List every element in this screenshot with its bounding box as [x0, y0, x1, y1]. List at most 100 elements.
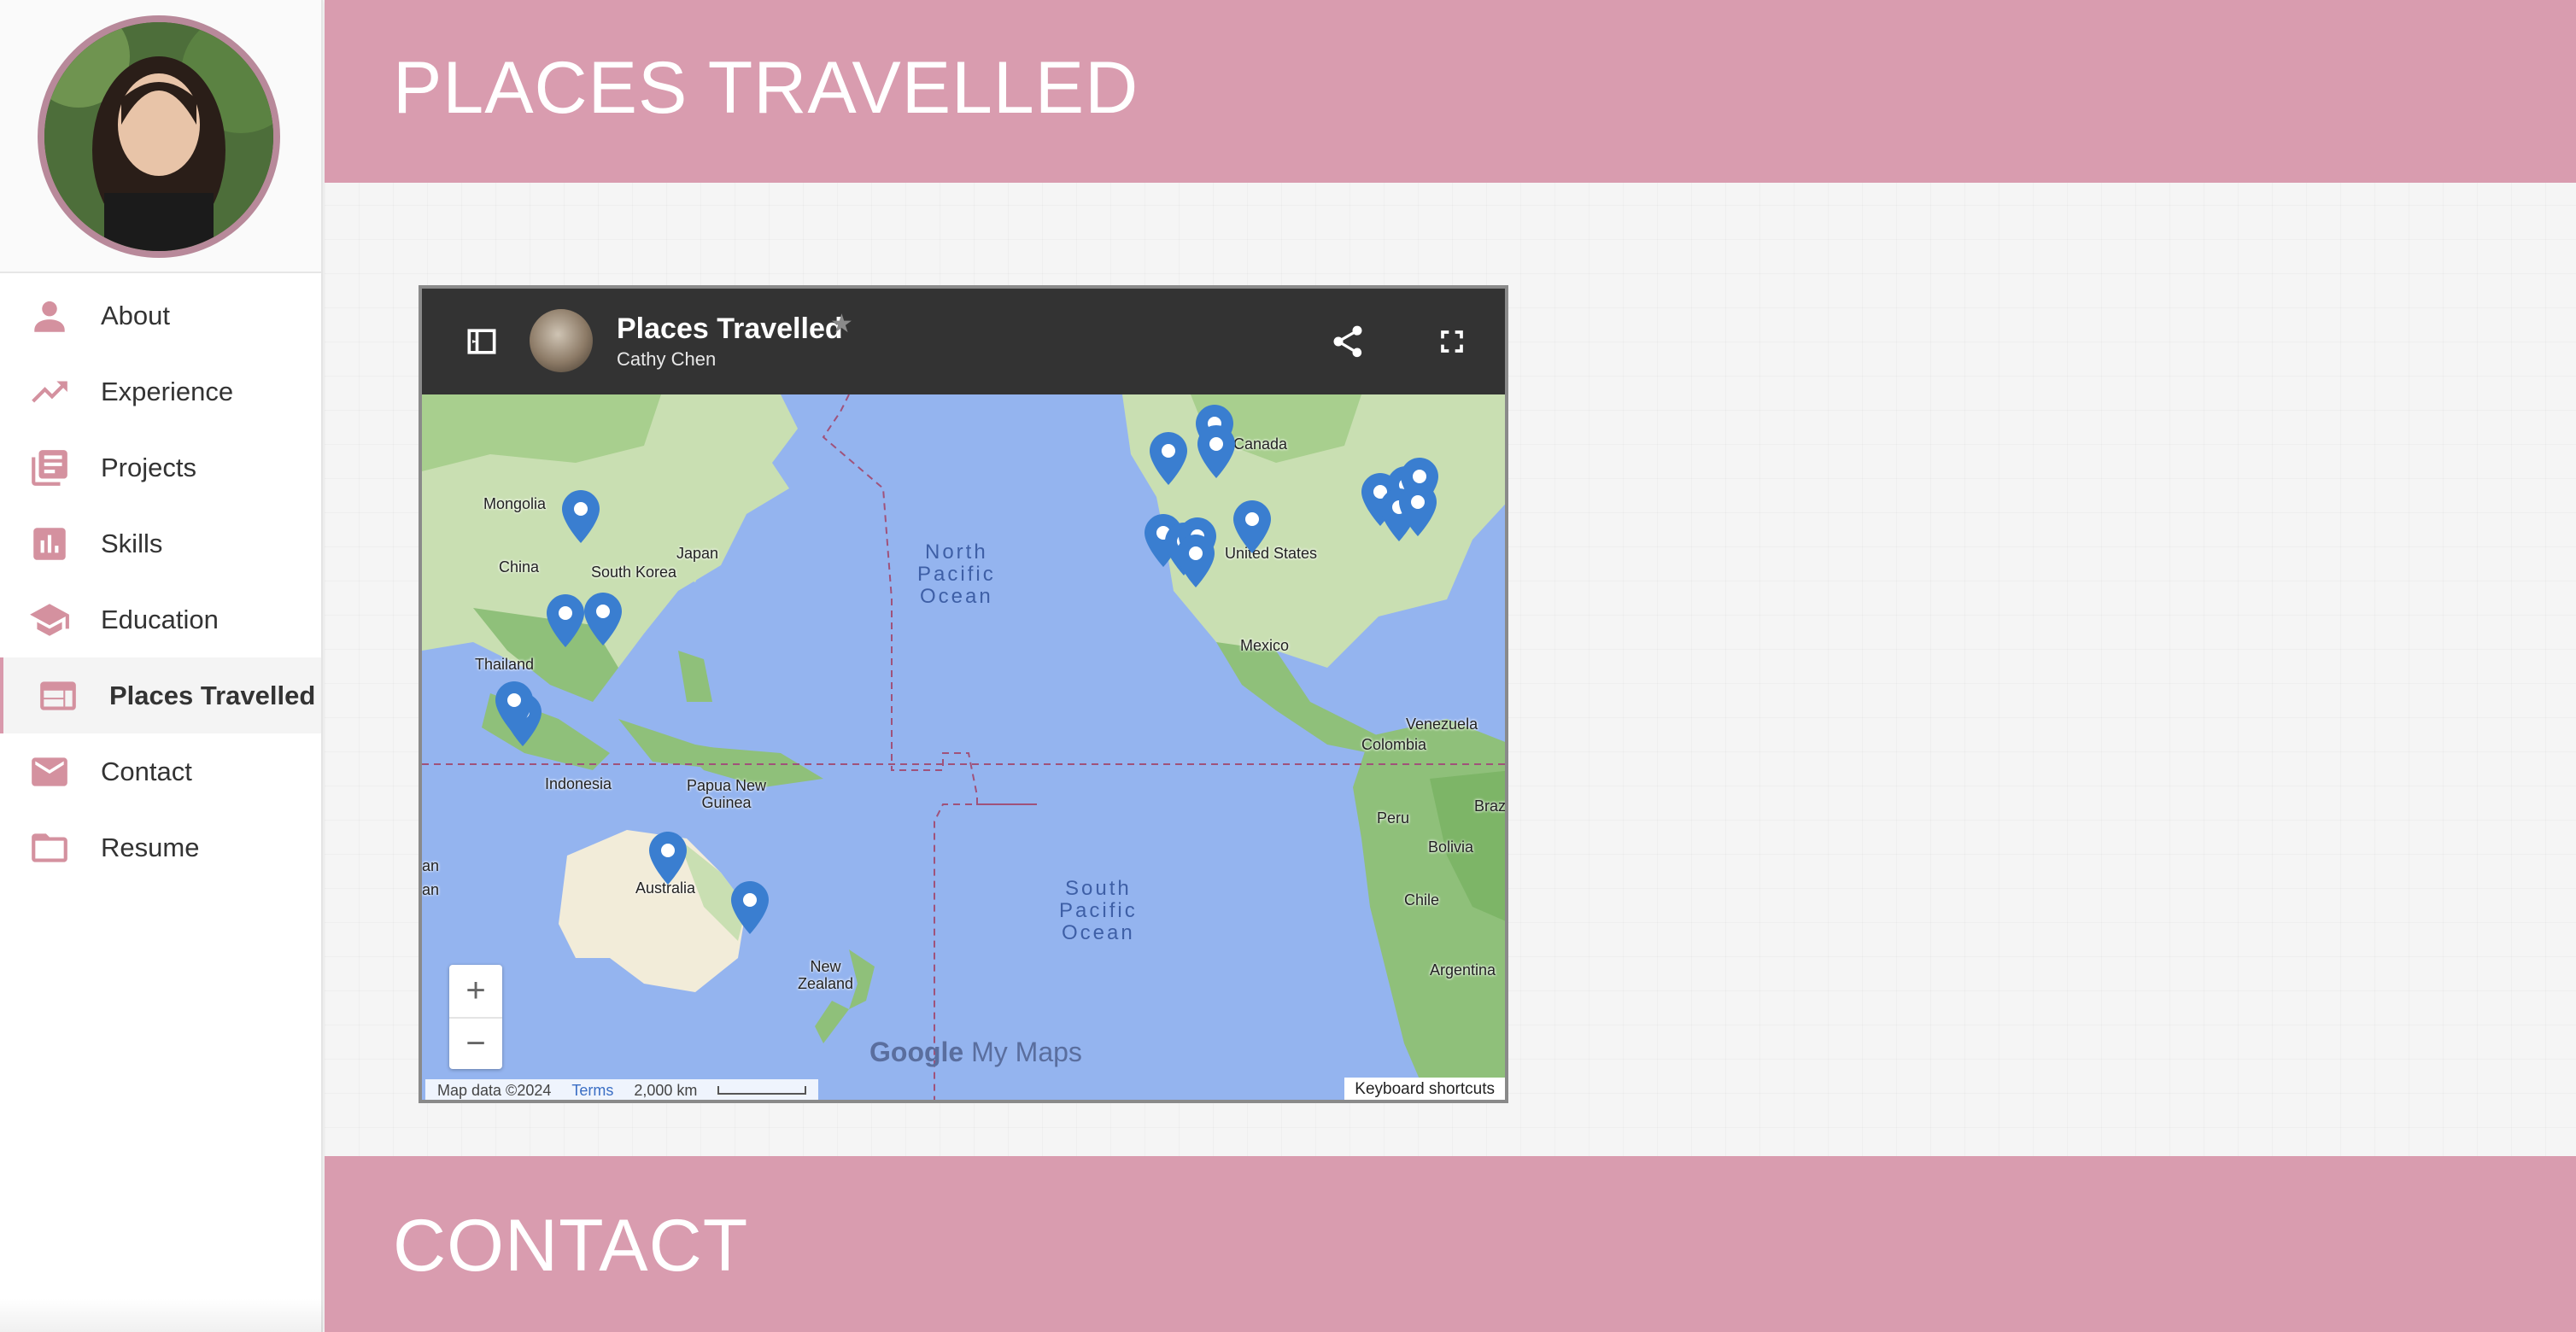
- pin-icon: [1399, 483, 1437, 536]
- pin-icon: [1197, 425, 1235, 478]
- map-label-japan: Japan: [676, 545, 719, 562]
- pin-icon: [1177, 535, 1215, 587]
- sidebar-shadow: [0, 1298, 323, 1332]
- school-icon: [27, 598, 72, 642]
- nav-item-label: Places Travelled: [109, 680, 316, 710]
- nav-item-label: Contact: [101, 756, 192, 786]
- map-label-indonesia: Indonesia: [545, 775, 612, 792]
- map-label-mexico: Mexico: [1240, 637, 1290, 654]
- mail-icon: [27, 750, 72, 794]
- map-label-bolivia: Bolivia: [1428, 838, 1474, 856]
- nav-item-education[interactable]: Education: [0, 581, 321, 657]
- ocean-label-north-pacific: North Pacific Ocean: [917, 540, 996, 608]
- scale-bar: [717, 1086, 807, 1095]
- map-label-colombia: Colombia: [1361, 736, 1427, 753]
- fullscreen-button[interactable]: [1425, 314, 1479, 369]
- map-canvas[interactable]: Mongolia China South Korea Japan Thailan…: [422, 394, 1508, 1100]
- pin-icon: [547, 594, 584, 647]
- map-label-venezuela: Venezuela: [1406, 716, 1478, 733]
- pin-icon: [649, 832, 687, 885]
- scale-label: 2,000 km: [634, 1081, 698, 1099]
- terms-link[interactable]: Terms: [571, 1082, 613, 1100]
- map-embed[interactable]: Places Travelled ★ Cathy Chen Mongolia C…: [419, 285, 1508, 1103]
- nav-item-label: Skills: [101, 528, 163, 558]
- main-content: PLACES TRAVELLED Places Travelled ★ Cath…: [325, 0, 2576, 1332]
- pin-icon: [1150, 432, 1187, 485]
- map-author: Cathy Chen: [617, 348, 717, 370]
- map-pin[interactable]: [1233, 500, 1271, 553]
- nav-item-label: Education: [101, 604, 219, 634]
- bar-chart-icon: [27, 522, 72, 566]
- nav-item-experience[interactable]: Experience: [0, 353, 321, 429]
- map-label-mongolia: Mongolia: [483, 495, 547, 512]
- pin-icon: [731, 881, 769, 934]
- map-label-argentina: Argentina: [1430, 961, 1496, 979]
- share-icon: [1333, 325, 1362, 358]
- map-pin[interactable]: [1150, 432, 1187, 485]
- places-section-header: PLACES TRAVELLED: [325, 0, 2576, 183]
- zoom-out-button[interactable]: −: [449, 1017, 502, 1069]
- fullscreen-icon: [1441, 330, 1463, 353]
- sidebar: About Experience Projects Skills Educati…: [0, 0, 323, 1332]
- map-pin[interactable]: [495, 681, 533, 734]
- zoom-in-button[interactable]: +: [449, 965, 502, 1017]
- nav-list: About Experience Projects Skills Educati…: [0, 273, 321, 885]
- map-label-edge: an an: [422, 857, 440, 898]
- nav-item-places-travelled[interactable]: Places Travelled: [0, 657, 321, 733]
- nav-item-projects[interactable]: Projects: [0, 429, 321, 505]
- map-label-papua-new-guinea: Papua New Guinea: [687, 777, 767, 811]
- section-title: CONTACT: [393, 1205, 749, 1287]
- nav-item-label: About: [101, 300, 171, 330]
- section-title: PLACES TRAVELLED: [393, 47, 1139, 129]
- person-icon: [27, 294, 72, 338]
- map-pin[interactable]: [562, 490, 600, 543]
- map-label-peru: Peru: [1377, 809, 1410, 827]
- nav-item-resume[interactable]: Resume: [0, 809, 321, 885]
- map-data-text: Map data ©2024: [437, 1081, 552, 1099]
- map-label-brazil: Brazi: [1474, 797, 1508, 815]
- map-label-south-korea: South Korea: [591, 564, 677, 581]
- library-books-icon: [27, 446, 72, 490]
- pin-icon: [1233, 500, 1271, 553]
- map-label-china: China: [499, 558, 540, 575]
- map-pin[interactable]: [547, 594, 584, 647]
- nav-item-label: Experience: [101, 376, 234, 406]
- web-icon: [36, 674, 80, 718]
- map-attribution: Map data ©2024 Terms 2,000 km: [425, 1079, 819, 1100]
- map-pin[interactable]: [731, 881, 769, 934]
- open-panel-icon: [467, 329, 496, 354]
- nav-item-about[interactable]: About: [0, 278, 321, 353]
- google-my-maps-logo: Google My Maps: [869, 1037, 1082, 1068]
- star-icon[interactable]: ★: [830, 309, 853, 339]
- map-toolbar: Places Travelled ★ Cathy Chen: [422, 289, 1505, 394]
- pin-icon: [495, 681, 533, 734]
- map-label-new-zealand: New Zealand: [798, 958, 854, 992]
- map-pin[interactable]: [649, 832, 687, 885]
- map-pin[interactable]: [1177, 535, 1215, 587]
- pin-icon: [584, 593, 622, 646]
- map-pin[interactable]: [1399, 483, 1437, 536]
- folder-icon: [27, 826, 72, 870]
- nav-item-contact[interactable]: Contact: [0, 733, 321, 809]
- map-pin[interactable]: [584, 593, 622, 646]
- profile-area: [0, 0, 321, 273]
- pin-icon: [562, 490, 600, 543]
- logo-mymaps: My Maps: [971, 1037, 1082, 1067]
- zoom-controls: + −: [449, 965, 502, 1069]
- ocean-label-south-pacific: South Pacific Ocean: [1059, 877, 1138, 944]
- logo-google: Google: [869, 1037, 964, 1067]
- map-label-chile: Chile: [1404, 891, 1440, 908]
- share-button[interactable]: [1320, 314, 1375, 369]
- nav-item-label: Resume: [101, 832, 200, 862]
- map-label-thailand: Thailand: [475, 656, 535, 673]
- map-label-canada: Canada: [1233, 435, 1288, 453]
- map-pin[interactable]: [1197, 425, 1235, 478]
- keyboard-shortcuts-button[interactable]: Keyboard shortcuts: [1344, 1078, 1505, 1100]
- trending-up-icon: [27, 370, 72, 414]
- contact-section-header: CONTACT: [325, 1156, 2576, 1332]
- sidebar-toggle-button[interactable]: [454, 314, 509, 369]
- profile-avatar: [38, 15, 280, 258]
- nav-item-label: Projects: [101, 452, 196, 482]
- map-title: Places Travelled: [617, 313, 843, 345]
- nav-item-skills[interactable]: Skills: [0, 505, 321, 581]
